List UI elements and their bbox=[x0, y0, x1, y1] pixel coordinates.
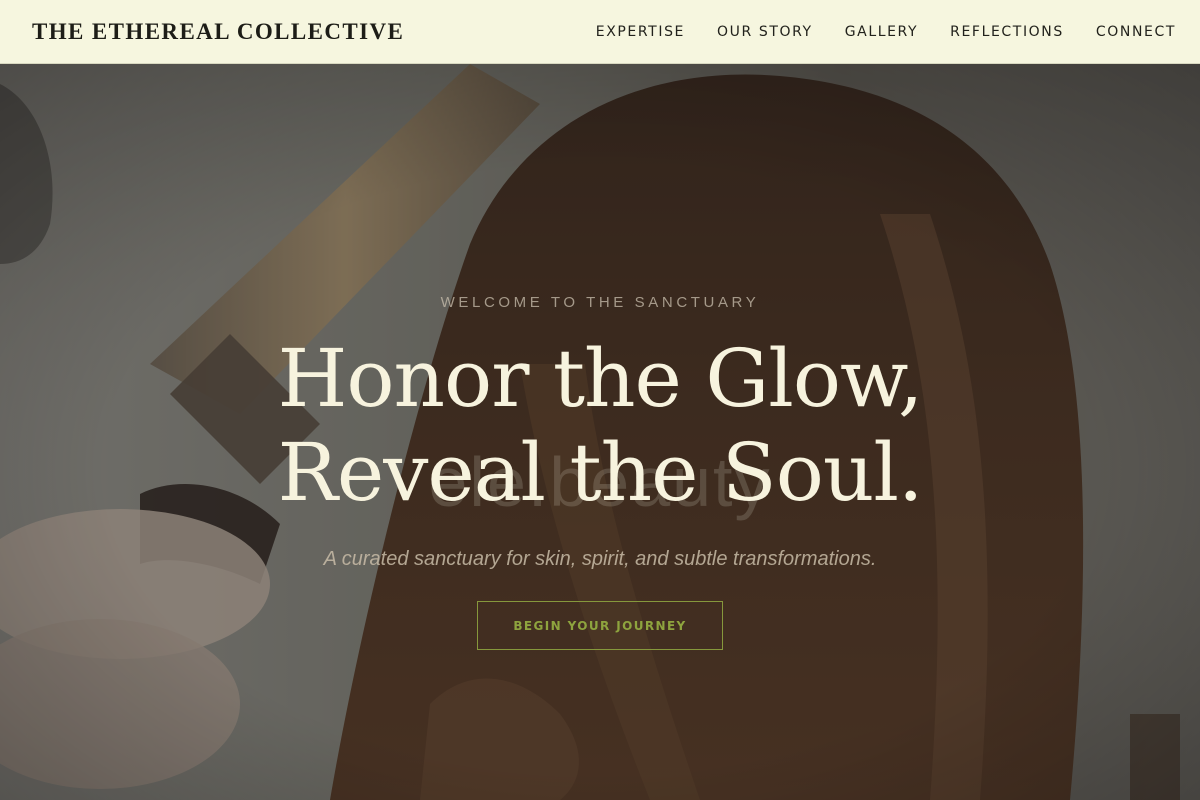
nav-link-gallery[interactable]: GALLERY bbox=[845, 24, 918, 40]
nav-link-connect[interactable]: CONNECT bbox=[1096, 24, 1176, 40]
top-navbar: THE ETHEREAL COLLECTIVE EXPERTISE OUR ST… bbox=[0, 0, 1200, 64]
nav-link-expertise[interactable]: EXPERTISE bbox=[596, 24, 685, 40]
hero-eyebrow: WELCOME TO THE SANCTUARY bbox=[440, 294, 760, 311]
hero-headline-line2: Reveal the Soul. bbox=[277, 426, 924, 519]
hero-headline: Honor the Glow, Reveal the Soul. bbox=[0, 332, 1200, 520]
begin-journey-button[interactable]: BEGIN YOUR JOURNEY bbox=[477, 601, 723, 650]
nav-link-reflections[interactable]: REFLECTIONS bbox=[950, 24, 1064, 40]
primary-nav: EXPERTISE OUR STORY GALLERY REFLECTIONS … bbox=[596, 24, 1176, 40]
brand-logo[interactable]: THE ETHEREAL COLLECTIVE bbox=[32, 19, 404, 45]
hero-content: WELCOME TO THE SANCTUARY ele.beauty Hono… bbox=[0, 64, 1200, 800]
nav-link-our-story[interactable]: OUR STORY bbox=[717, 24, 813, 40]
hero-headline-line1: Honor the Glow, bbox=[277, 332, 924, 425]
hero-tagline: A curated sanctuary for skin, spirit, an… bbox=[323, 548, 877, 570]
hero-section: WELCOME TO THE SANCTUARY ele.beauty Hono… bbox=[0, 64, 1200, 800]
